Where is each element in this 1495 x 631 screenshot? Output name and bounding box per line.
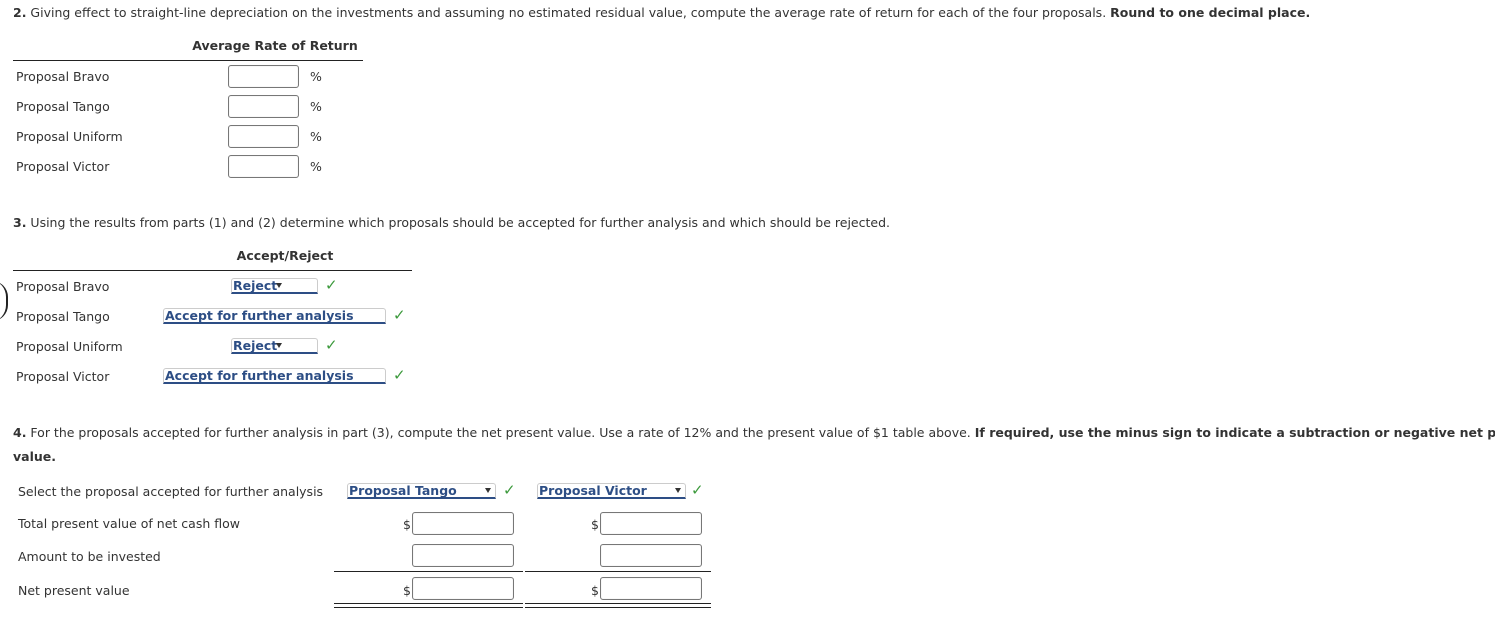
q4-text: For the proposals accepted for further a… xyxy=(26,425,975,440)
rate-of-return-input-bravo[interactable] xyxy=(228,65,299,88)
q2-row-label: Proposal Bravo xyxy=(16,69,110,84)
correct-check-icon: ✓ xyxy=(691,481,704,499)
accept-reject-select-uniform[interactable]: Reject xyxy=(231,338,318,354)
correct-check-icon: ✓ xyxy=(325,276,338,294)
subtotal-rule xyxy=(334,571,523,572)
total-double-rule xyxy=(525,603,711,608)
percent-unit: % xyxy=(310,69,322,84)
dropdown-arrow-icon xyxy=(675,488,681,493)
q3-row-label: Proposal Tango xyxy=(16,309,110,324)
q2-number: 2. xyxy=(13,5,27,20)
q3-instructions: 3. Using the results from parts (1) and … xyxy=(13,215,890,230)
correct-check-icon: ✓ xyxy=(503,481,516,499)
q2-row-label: Proposal Victor xyxy=(16,159,110,174)
left-edge-bracket xyxy=(0,281,8,321)
correct-check-icon: ✓ xyxy=(325,336,338,354)
accept-reject-select-tango[interactable]: Accept for further analysis xyxy=(163,308,386,324)
q4-bold-text-cont: value. xyxy=(13,449,56,464)
subtotal-rule xyxy=(525,571,711,572)
rate-of-return-input-tango[interactable] xyxy=(228,95,299,118)
q4-instructions: 4. For the proposals accepted for furthe… xyxy=(13,425,1495,440)
q3-row-label: Proposal Uniform xyxy=(16,339,123,354)
select-value: Proposal Victor xyxy=(539,483,647,498)
dollar-sign: $ xyxy=(591,517,599,532)
q3-number: 3. xyxy=(13,215,27,230)
q2-header-rule xyxy=(13,60,363,61)
accept-reject-select-bravo[interactable]: Reject xyxy=(231,278,318,294)
dollar-sign: $ xyxy=(403,583,411,598)
select-value: Reject xyxy=(233,278,278,293)
q2-bold-text: Round to one decimal place. xyxy=(1110,5,1311,20)
proposal-select-column-1[interactable]: Proposal Tango xyxy=(347,483,496,499)
q4-bold-text: If required, use the minus sign to indic… xyxy=(974,425,1495,440)
percent-unit: % xyxy=(310,159,322,174)
percent-unit: % xyxy=(310,99,322,114)
q3-column-header: Accept/Reject xyxy=(236,248,334,263)
npv-row-label-select: Select the proposal accepted for further… xyxy=(18,484,324,499)
dropdown-arrow-icon xyxy=(276,283,283,288)
q3-text: Using the results from parts (1) and (2)… xyxy=(26,215,890,230)
q2-row-label: Proposal Tango xyxy=(16,99,110,114)
select-value: Accept for further analysis xyxy=(165,368,354,383)
npv-row-label-npv: Net present value xyxy=(18,583,130,598)
dropdown-arrow-icon xyxy=(485,488,491,493)
q2-text: Giving effect to straight-line depreciat… xyxy=(26,5,1111,20)
correct-check-icon: ✓ xyxy=(393,366,406,384)
npv-input-column-2[interactable] xyxy=(600,577,702,600)
correct-check-icon: ✓ xyxy=(393,306,406,324)
rate-of-return-input-victor[interactable] xyxy=(228,155,299,178)
q3-row-label: Proposal Victor xyxy=(16,369,110,384)
accept-reject-select-victor[interactable]: Accept for further analysis xyxy=(163,368,386,384)
dollar-sign: $ xyxy=(403,517,411,532)
invested-input-column-2[interactable] xyxy=(600,544,702,567)
dropdown-arrow-icon xyxy=(276,343,283,348)
npv-row-label-total-pv: Total present value of net cash flow xyxy=(18,516,240,531)
npv-row-label-invested: Amount to be invested xyxy=(18,549,161,564)
total-pv-input-column-2[interactable] xyxy=(600,512,702,535)
q2-instructions: 2. Giving effect to straight-line deprec… xyxy=(13,5,1310,20)
total-pv-input-column-1[interactable] xyxy=(412,512,514,535)
percent-unit: % xyxy=(310,129,322,144)
select-value: Accept for further analysis xyxy=(165,308,354,323)
dollar-sign: $ xyxy=(591,583,599,598)
invested-input-column-1[interactable] xyxy=(412,544,514,567)
q4-instructions-cont: value. xyxy=(13,449,56,464)
proposal-select-column-2[interactable]: Proposal Victor xyxy=(537,483,686,499)
q2-column-header: Average Rate of Return xyxy=(192,38,358,53)
rate-of-return-input-uniform[interactable] xyxy=(228,125,299,148)
q2-row-label: Proposal Uniform xyxy=(16,129,123,144)
total-double-rule xyxy=(334,603,523,608)
select-value: Proposal Tango xyxy=(349,483,457,498)
q3-row-label: Proposal Bravo xyxy=(16,279,110,294)
q4-number: 4. xyxy=(13,425,27,440)
select-value: Reject xyxy=(233,338,278,353)
npv-input-column-1[interactable] xyxy=(412,577,514,600)
q3-header-rule xyxy=(13,270,412,271)
